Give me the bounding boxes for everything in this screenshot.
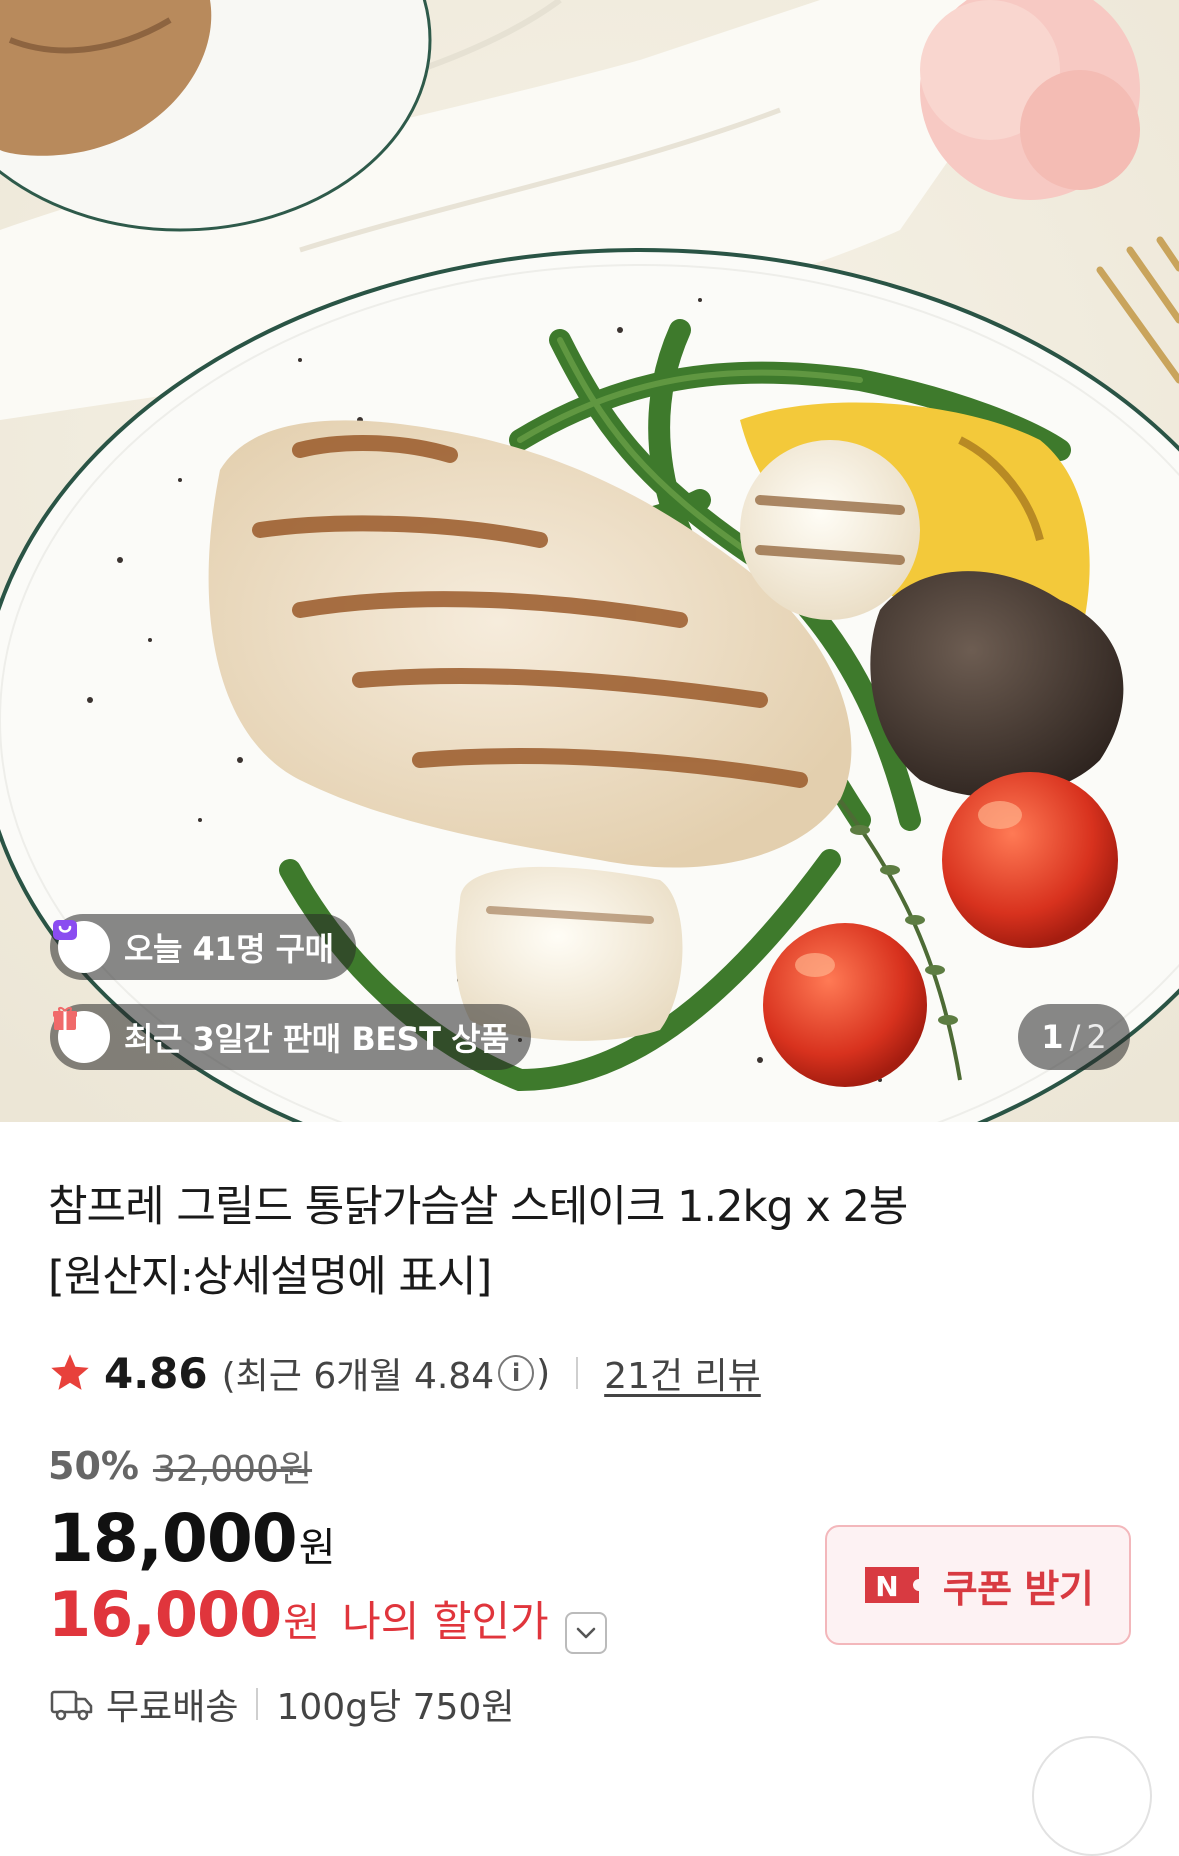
product-title-line-1: 참프레 그릴드 통닭가슴살 스테이크 1.2kg x 2봉 [48,1182,908,1232]
product-title: 참프레 그릴드 통닭가슴살 스테이크 1.2kg x 2봉 [원산지:상세설명에… [48,1172,1048,1312]
discount-percent: 50% [48,1444,139,1488]
gift-box-icon [53,1007,110,1063]
my-price-unit: 원 [283,1600,321,1646]
naver-coupon-icon: N [864,1567,919,1603]
image-pager: 1 / 2 [1018,1004,1130,1070]
free-shipping-label: 무료배송 [106,1687,239,1728]
shipping-divider [256,1688,259,1720]
my-price-label: 나의 할인가 [342,1597,549,1646]
pager-separator: / [1069,1018,1081,1056]
sale-price-unit: 원 [298,1525,336,1571]
my-price-value: 16,000 [48,1578,282,1651]
my-discount-price: 16,000 원 나의 할인가 [48,1578,607,1654]
coupon-logo-letter: N [875,1570,898,1603]
shipping-row: 무료배송 100g당 750원 [50,1678,514,1730]
shopping-bag-icon [53,920,110,973]
get-coupon-button[interactable]: N 쿠폰 받기 [825,1525,1131,1645]
info-icon[interactable]: i [498,1355,535,1391]
truck-icon [50,1690,93,1721]
recent-rating: (최근 6개월 4.84 i ) [222,1347,551,1399]
sale-price: 18,000 원 [48,1500,336,1577]
pager-current: 1 [1041,1018,1064,1056]
best-seller-badge: 최근 3일간 판매 BEST 상품 [50,1004,531,1070]
purchase-count-text: 오늘 41명 구매 [124,930,334,968]
rating-score: 4.86 [104,1348,208,1398]
rating-row: 4.86 (최근 6개월 4.84 i ) 21건 리뷰 [48,1345,761,1401]
original-price: 32,000원 [152,1449,313,1490]
purchase-count-badge: 오늘 41명 구매 [50,914,356,980]
review-count-link[interactable]: 21건 리뷰 [604,1347,761,1399]
recent-rating-text: (최근 6개월 4.84 [221,1356,495,1397]
recent-rating-close: ) [536,1352,551,1394]
star-icon [51,1354,89,1390]
best-seller-text: 최근 3일간 판매 BEST 상품 [124,1020,509,1058]
coupon-label: 쿠폰 받기 [942,1566,1094,1611]
chevron-down-icon[interactable] [564,1612,607,1654]
product-image-carousel[interactable]: 오늘 41명 구매 최근 3일간 판매 BEST 상품 1 / 2 [0,0,1179,1122]
sale-price-value: 18,000 [48,1500,298,1577]
share-button[interactable] [1032,1736,1152,1856]
discount-row: 50% 32,000원 [48,1440,312,1492]
rating-divider [576,1357,579,1389]
unit-price: 100g당 750원 [276,1687,515,1728]
pager-total: 2 [1086,1018,1107,1056]
product-title-line-2: [원산지:상세설명에 표시] [48,1252,492,1302]
